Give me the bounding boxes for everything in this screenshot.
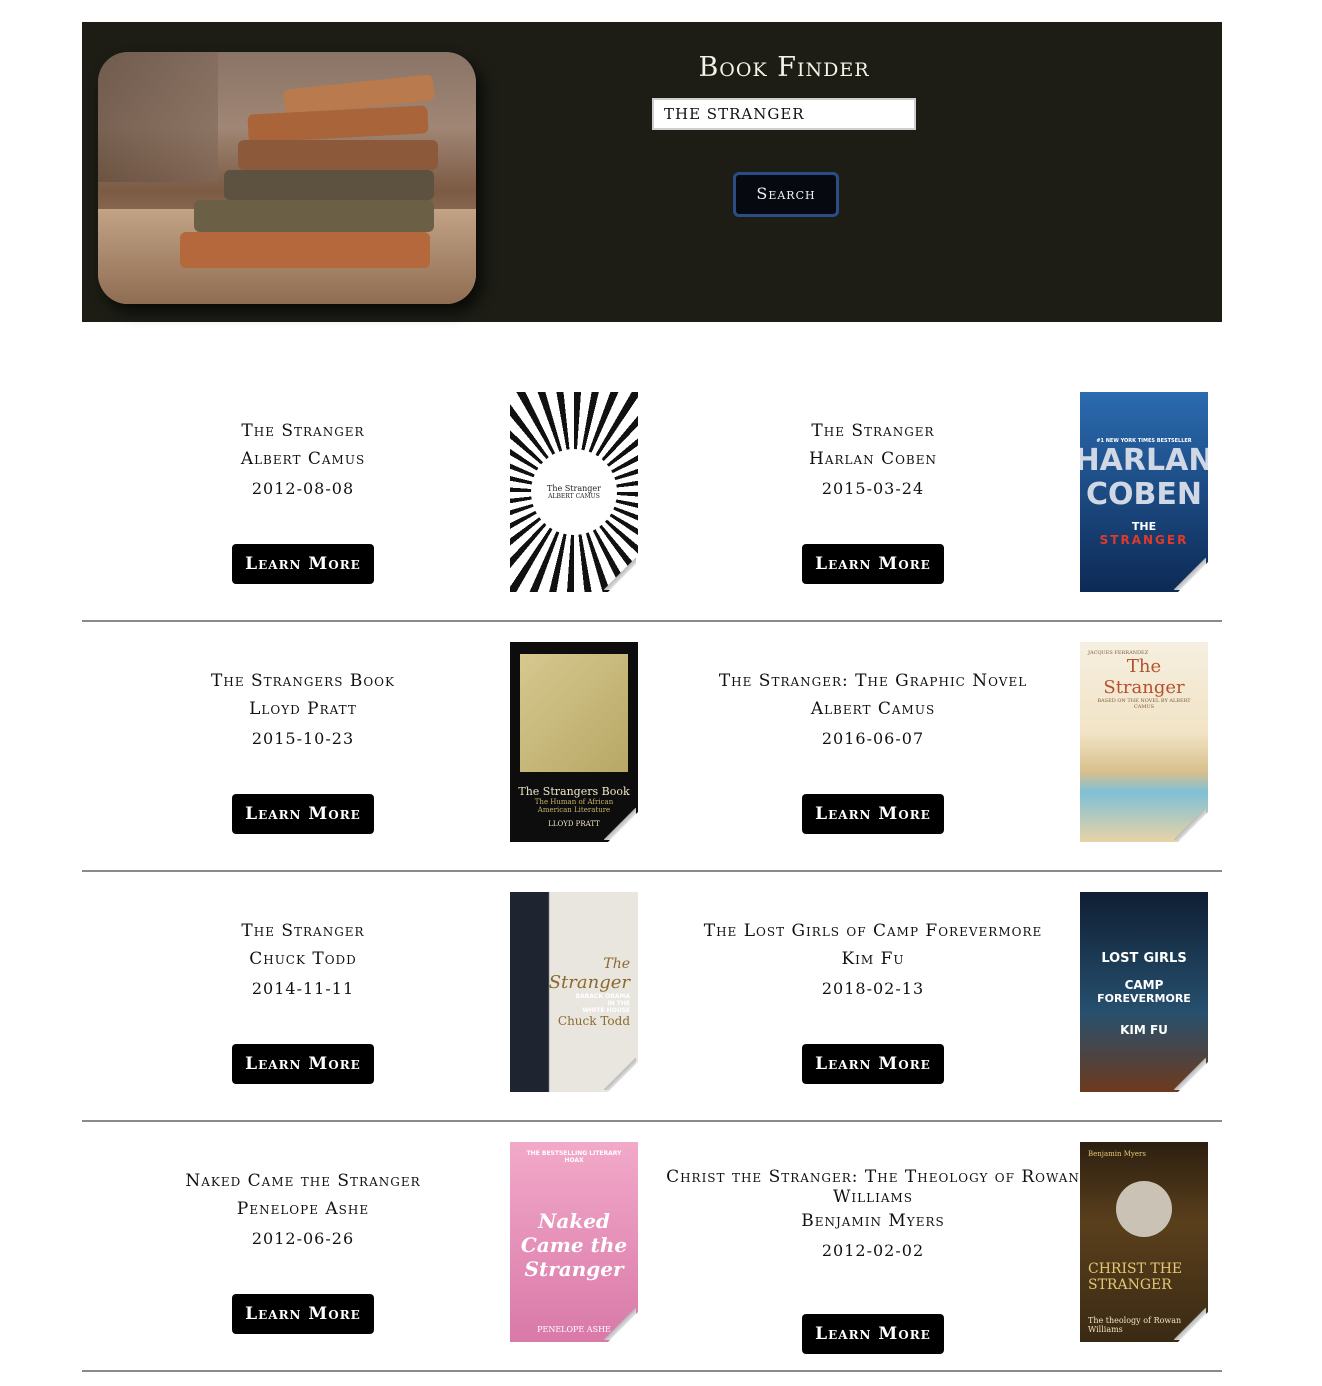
learn-more-button[interactable]: Learn More	[802, 794, 944, 834]
book-title: The Strangers Book	[211, 671, 395, 691]
book-author: Albert Camus	[240, 449, 366, 469]
header-banner: Book Finder THE STRANGER Search	[82, 22, 1222, 322]
book-card: The Strangers Book Lloyd Pratt 2015-10-2…	[82, 622, 652, 870]
book-cover-image[interactable]: Benjamin Myers CHRIST THE STRANGER The t…	[1080, 1142, 1208, 1342]
app-title: Book Finder	[698, 52, 870, 83]
book-card: The Stranger Harlan Coben 2015-03-24 Lea…	[652, 370, 1222, 620]
search-button[interactable]: Search	[733, 172, 839, 217]
book-cover-image[interactable]: The Strangers Book The Human of African …	[510, 642, 638, 842]
book-date: 2012-02-02	[821, 1241, 925, 1260]
learn-more-button[interactable]: Learn More	[232, 1294, 374, 1334]
book-date: 2015-03-24	[821, 479, 925, 498]
book-card: The Stranger Chuck Todd 2014-11-11 Learn…	[82, 872, 652, 1120]
book-title: The Stranger	[811, 421, 935, 441]
book-author: Penelope Ashe	[236, 1199, 370, 1219]
learn-more-button[interactable]: Learn More	[802, 1314, 944, 1354]
learn-more-button[interactable]: Learn More	[232, 1044, 374, 1084]
book-title: The Stranger	[241, 421, 365, 441]
learn-more-button[interactable]: Learn More	[232, 544, 374, 584]
book-card: The Lost Girls of Camp Forevermore Kim F…	[652, 872, 1222, 1120]
book-date: 2014-11-11	[251, 979, 355, 998]
book-date: 2016-06-07	[821, 729, 925, 748]
book-author: Benjamin Myers	[801, 1211, 945, 1231]
book-title: The Stranger	[241, 921, 365, 941]
results-row: Naked Came the Stranger Penelope Ashe 20…	[82, 1122, 1222, 1372]
book-card: The Stranger: The Graphic Novel Albert C…	[652, 622, 1222, 870]
book-title: The Stranger: The Graphic Novel	[718, 671, 1028, 691]
results-row: The Stranger Chuck Todd 2014-11-11 Learn…	[82, 872, 1222, 1122]
book-card: Naked Came the Stranger Penelope Ashe 20…	[82, 1122, 652, 1370]
book-author: Albert Camus	[810, 699, 936, 719]
results-row: The Stranger Albert Camus 2012-08-08 Lea…	[82, 370, 1222, 622]
search-input[interactable]: THE STRANGER	[652, 98, 916, 130]
book-cover-image[interactable]: The Stranger BARACK OBAMA IN THE WHITE H…	[510, 892, 638, 1092]
book-author: Lloyd Pratt	[249, 699, 357, 719]
book-card: The Stranger Albert Camus 2012-08-08 Lea…	[82, 370, 652, 620]
book-title: The Lost Girls of Camp Forevermore	[703, 921, 1043, 941]
book-date: 2012-06-26	[251, 1229, 355, 1248]
book-author: Chuck Todd	[249, 949, 357, 969]
book-card: Christ the Stranger: The Theology of Row…	[652, 1122, 1222, 1370]
book-cover-image[interactable]: THE BESTSELLING LITERARY HOAX Naked Came…	[510, 1142, 638, 1342]
book-cover-image[interactable]: JACQUES FERRANDEZ The Stranger BASED ON …	[1080, 642, 1208, 842]
book-cover-image[interactable]: The Stranger ALBERT CAMUS	[510, 392, 638, 592]
books-hero-image	[98, 52, 476, 304]
book-cover-image[interactable]: LOST GIRLS CAMP FOREVERMORE KIM FU	[1080, 892, 1208, 1092]
book-author: Kim Fu	[841, 949, 905, 969]
results-row: The Strangers Book Lloyd Pratt 2015-10-2…	[82, 622, 1222, 872]
learn-more-button[interactable]: Learn More	[802, 544, 944, 584]
book-date: 2012-08-08	[251, 479, 355, 498]
book-author: Harlan Coben	[809, 449, 937, 469]
book-date: 2015-10-23	[251, 729, 355, 748]
learn-more-button[interactable]: Learn More	[802, 1044, 944, 1084]
book-cover-image[interactable]: #1 NEW YORK TIMES BESTSELLER HARLAN COBE…	[1080, 392, 1208, 592]
book-title: Christ the Stranger: The Theology of Row…	[666, 1167, 1080, 1207]
results-list: The Stranger Albert Camus 2012-08-08 Lea…	[82, 370, 1222, 1372]
learn-more-button[interactable]: Learn More	[232, 794, 374, 834]
book-date: 2018-02-13	[821, 979, 925, 998]
book-title: Naked Came the Stranger	[185, 1171, 421, 1191]
